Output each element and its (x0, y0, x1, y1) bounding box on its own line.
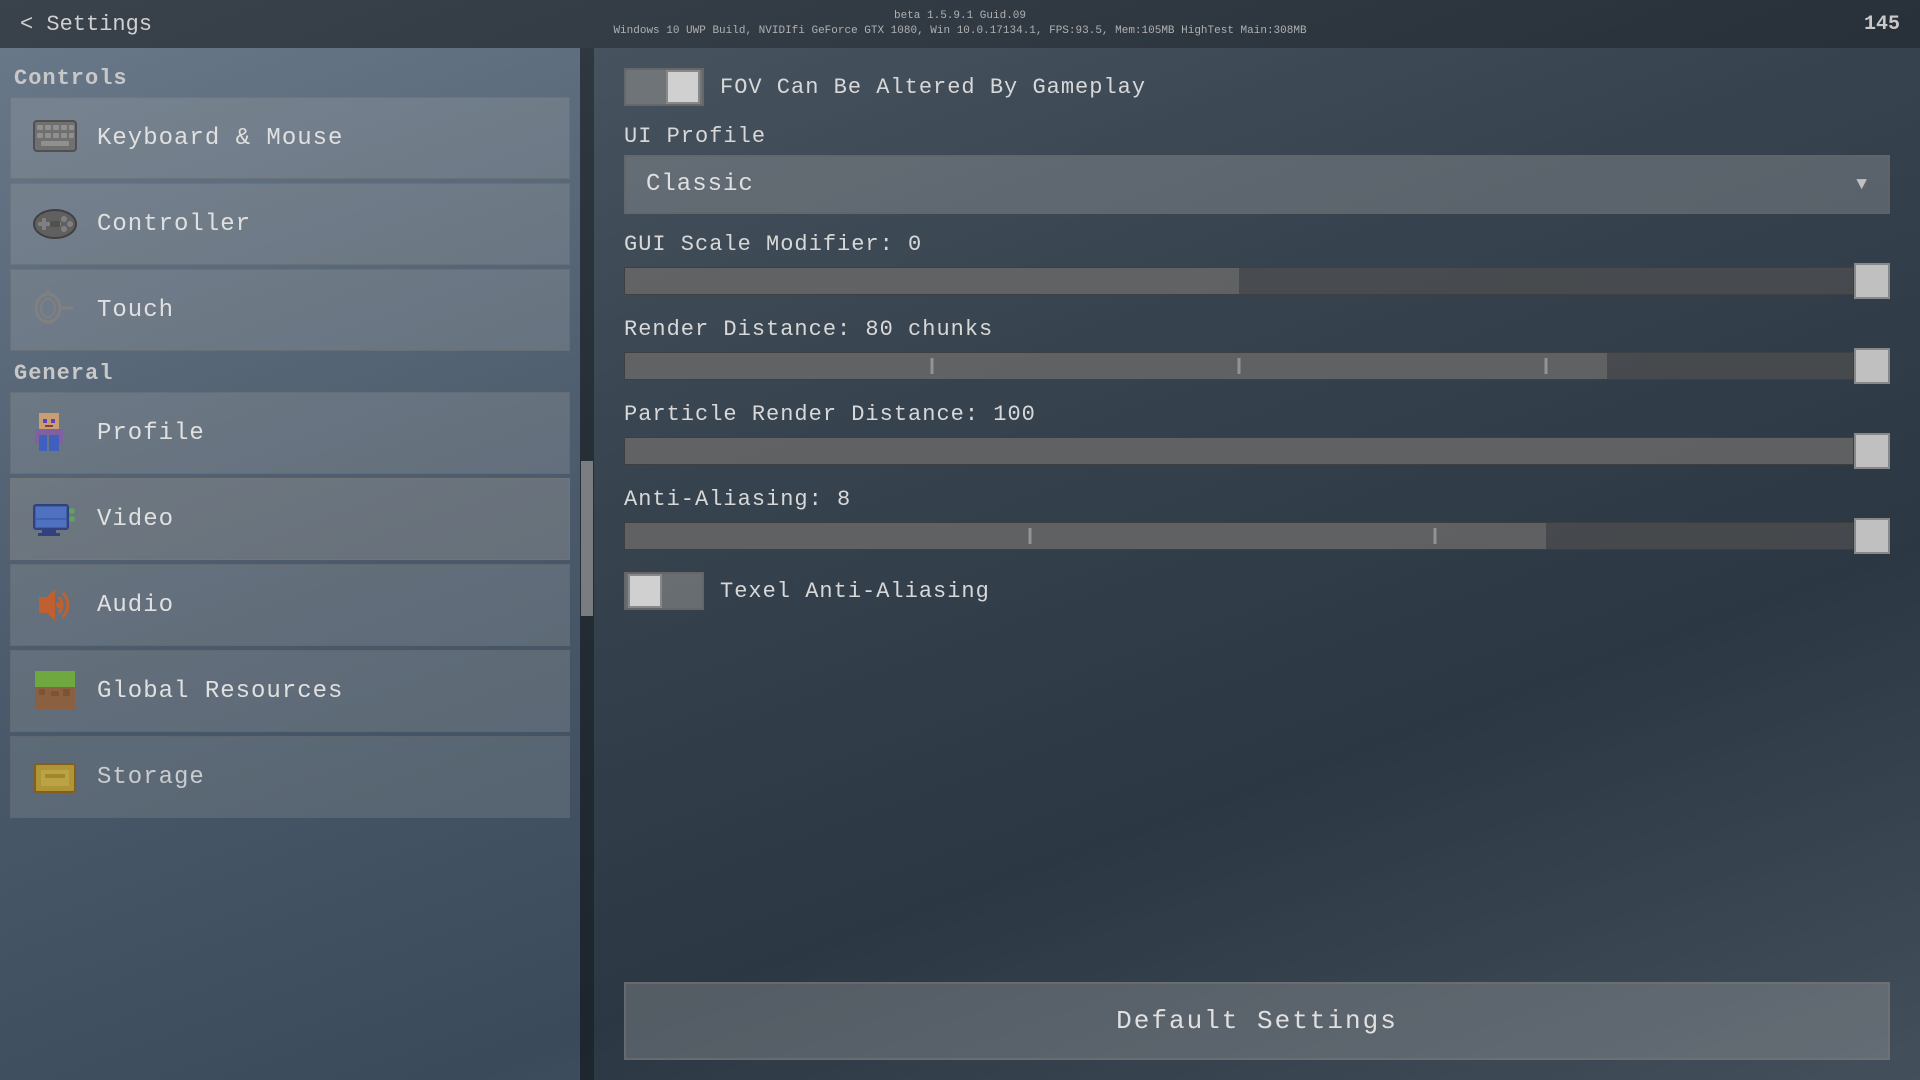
render-distance-row: Render Distance: 80 chunks (624, 317, 1890, 384)
particle-render-slider[interactable] (624, 433, 1890, 469)
texel-aa-toggle[interactable] (624, 572, 704, 610)
particle-render-track (624, 437, 1854, 465)
gui-scale-thumb[interactable] (1854, 263, 1890, 299)
render-distance-label: Render Distance: 80 chunks (624, 317, 1890, 342)
video-icon (31, 495, 79, 543)
particle-render-row: Particle Render Distance: 100 (624, 402, 1890, 469)
sidebar-touch-label: Touch (97, 297, 174, 324)
sidebar-global-resources-label: Global Resources (97, 678, 343, 705)
render-distance-thumb[interactable] (1854, 348, 1890, 384)
sidebar-item-global-resources[interactable]: Global Resources (10, 650, 570, 732)
sidebar-scrollbar[interactable] (580, 48, 594, 1080)
touch-icon (31, 286, 79, 334)
gui-scale-track (624, 267, 1854, 295)
sys-info-line2: Windows 10 UWP Build, NVIDIfi GeForce GT… (613, 24, 1306, 39)
particle-render-fill (625, 438, 1853, 464)
fov-toggle-label: FOV Can Be Altered By Gameplay (720, 75, 1146, 100)
sidebar-item-profile[interactable]: Profile (10, 392, 570, 474)
anti-aliasing-tick-2 (1434, 528, 1437, 544)
main-layout: Controls Keyboard & (0, 48, 1920, 1080)
fov-toggle-row: FOV Can Be Altered By Gameplay (624, 68, 1890, 106)
render-distance-tick-2 (1238, 358, 1241, 374)
anti-aliasing-slider[interactable] (624, 518, 1890, 554)
sidebar-item-audio[interactable]: Audio (10, 564, 570, 646)
anti-aliasing-thumb[interactable] (1854, 518, 1890, 554)
render-distance-tick-1 (931, 358, 934, 374)
particle-render-label: Particle Render Distance: 100 (624, 402, 1890, 427)
audio-icon (31, 581, 79, 629)
anti-aliasing-track (624, 522, 1854, 550)
anti-aliasing-row: Anti-Aliasing: 8 (624, 487, 1890, 554)
gui-scale-slider[interactable] (624, 263, 1890, 299)
controller-icon (31, 200, 79, 248)
anti-aliasing-tick-1 (1029, 528, 1032, 544)
storage-icon (31, 753, 79, 801)
fov-toggle-knob (666, 70, 700, 104)
texel-aa-label: Texel Anti-Aliasing (720, 579, 990, 604)
anti-aliasing-fill (625, 523, 1546, 549)
render-distance-tick-3 (1545, 358, 1548, 374)
back-button[interactable]: < Settings (20, 12, 152, 37)
system-info: beta 1.5.9.1 Guid.09 Windows 10 UWP Buil… (613, 9, 1306, 40)
sidebar-item-video[interactable]: Video (10, 478, 570, 560)
sidebar-item-controller[interactable]: Controller (10, 183, 570, 265)
ui-profile-row: UI Profile Classic ▼ (624, 124, 1890, 214)
ui-profile-value: Classic (646, 171, 754, 198)
sidebar-controller-label: Controller (97, 211, 251, 238)
texel-aa-toggle-knob (628, 574, 662, 608)
ui-profile-label: UI Profile (624, 124, 1890, 149)
fov-toggle[interactable] (624, 68, 704, 106)
sidebar-storage-label: Storage (97, 764, 205, 791)
render-distance-fill (625, 353, 1607, 379)
fps-counter: 145 (1864, 13, 1900, 36)
sidebar-item-keyboard[interactable]: Keyboard & Mouse (10, 97, 570, 179)
top-bar: < Settings beta 1.5.9.1 Guid.09 Windows … (0, 0, 1920, 48)
controls-section-label: Controls (10, 58, 570, 95)
render-distance-track (624, 352, 1854, 380)
sidebar-video-label: Video (97, 506, 174, 533)
texel-aa-row: Texel Anti-Aliasing (624, 572, 1890, 610)
keyboard-icon (31, 114, 79, 162)
default-settings-button[interactable]: Default Settings (624, 982, 1890, 1060)
profile-icon (31, 409, 79, 457)
gui-scale-row: GUI Scale Modifier: 0 (624, 232, 1890, 299)
global-resources-icon (31, 667, 79, 715)
sidebar-item-touch[interactable]: Touch (10, 269, 570, 351)
scrollbar-thumb (581, 461, 593, 616)
ui-profile-dropdown[interactable]: Classic ▼ (624, 155, 1890, 214)
sidebar-item-storage[interactable]: Storage (10, 736, 570, 818)
content-panel: FOV Can Be Altered By Gameplay UI Profil… (594, 48, 1920, 1080)
general-section-label: General (10, 353, 570, 390)
gui-scale-fill (625, 268, 1239, 294)
gui-scale-label: GUI Scale Modifier: 0 (624, 232, 1890, 257)
render-distance-slider[interactable] (624, 348, 1890, 384)
sidebar-keyboard-label: Keyboard & Mouse (97, 125, 343, 152)
dropdown-arrow-icon: ▼ (1856, 175, 1868, 195)
sidebar: Controls Keyboard & (0, 48, 580, 1080)
particle-render-thumb[interactable] (1854, 433, 1890, 469)
sidebar-profile-label: Profile (97, 420, 205, 447)
sidebar-audio-label: Audio (97, 592, 174, 619)
anti-aliasing-label: Anti-Aliasing: 8 (624, 487, 1890, 512)
sys-info-line1: beta 1.5.9.1 Guid.09 (613, 9, 1306, 24)
